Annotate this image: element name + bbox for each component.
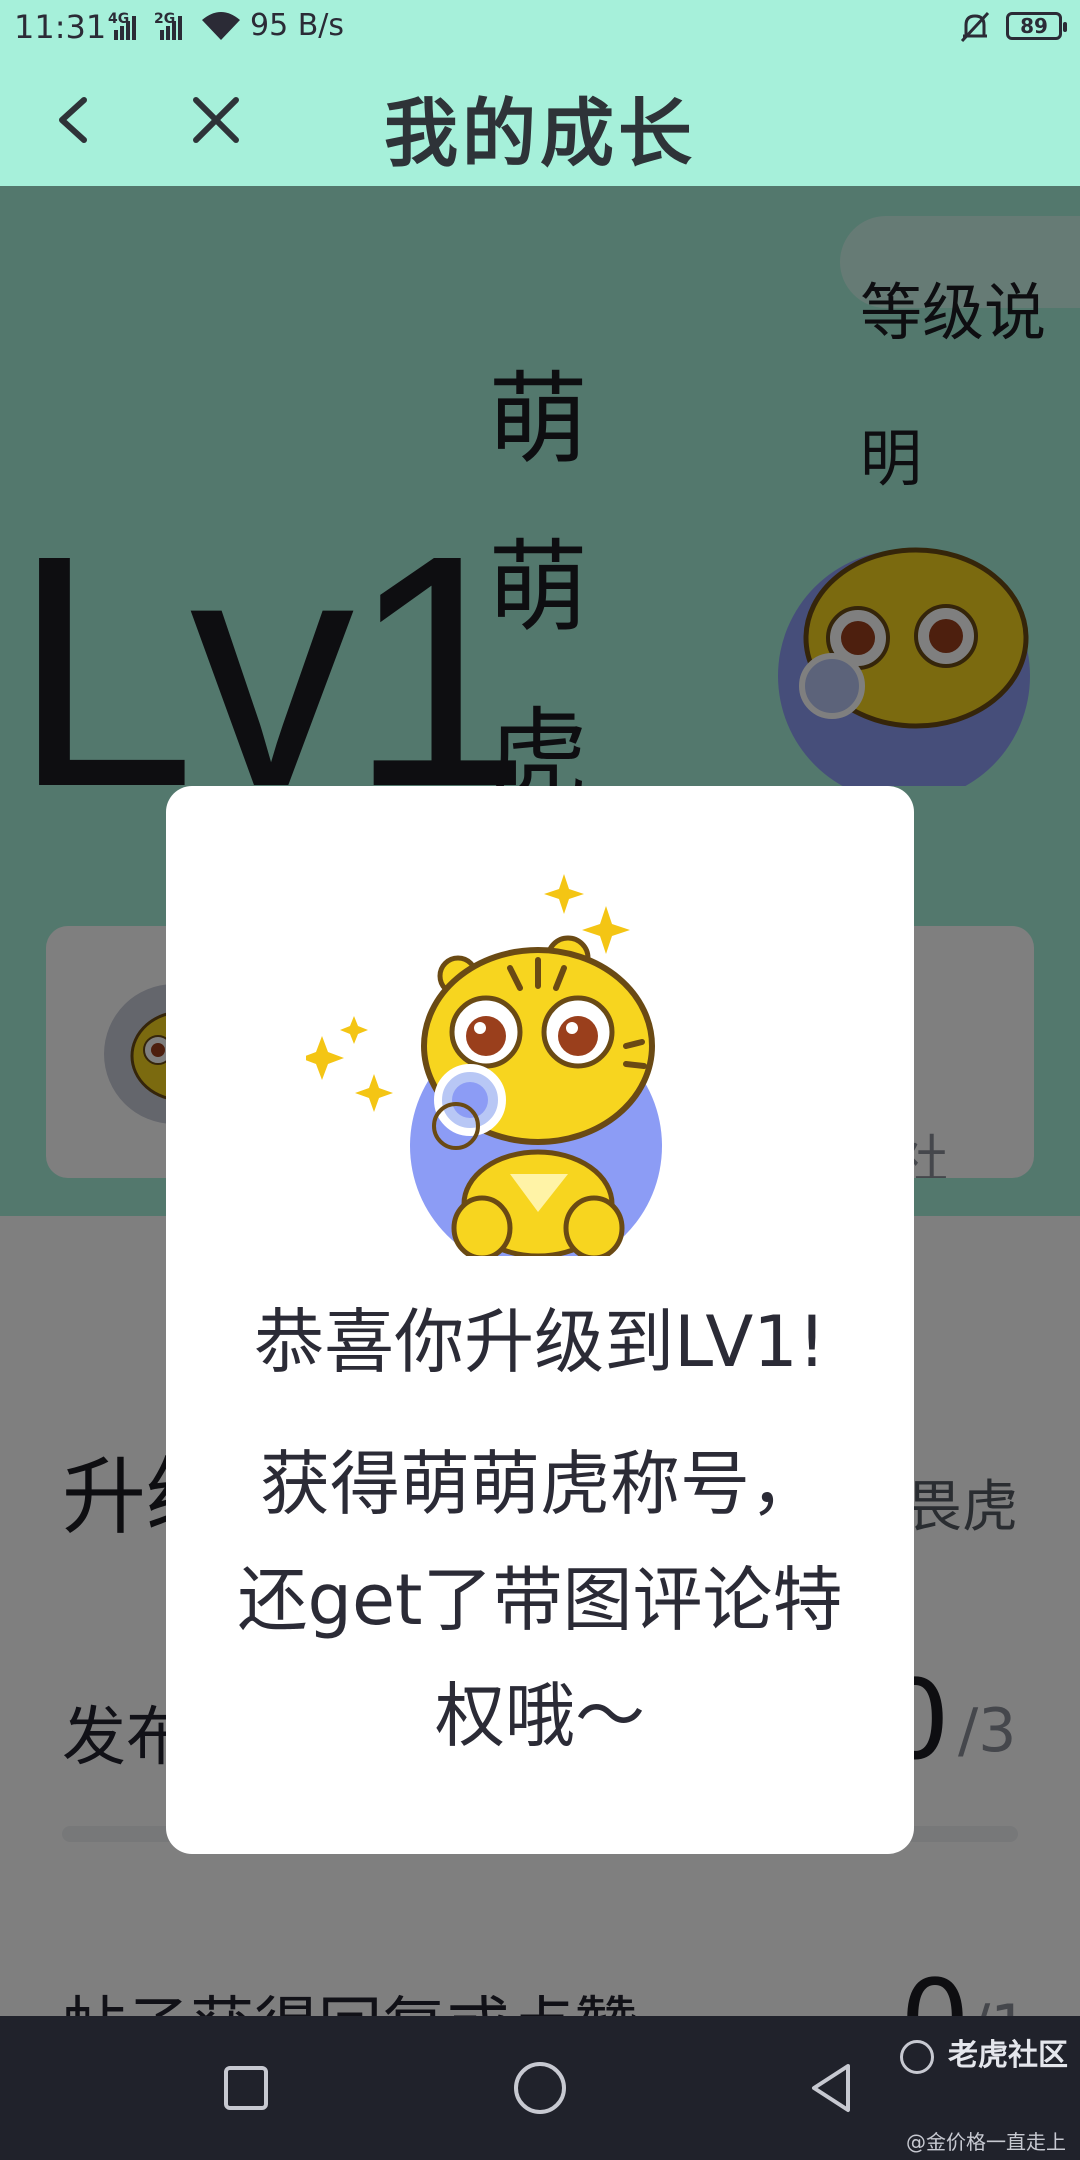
signal-bars-icon	[160, 16, 182, 40]
watermark-name: 老虎社区	[948, 2038, 1068, 2073]
tiger-mascot-icon	[306, 874, 662, 1256]
home-icon[interactable]	[512, 2060, 568, 2116]
community-logo-icon	[900, 2040, 934, 2074]
page-title: 我的成长	[384, 91, 696, 177]
recents-icon[interactable]	[218, 2060, 274, 2116]
congrats-text: 恭喜你升级到LV1!	[254, 1301, 826, 1383]
signal-bars-icon	[114, 16, 136, 40]
watermark-handle: @金价格一直走上	[906, 2130, 1066, 2154]
system-nav-bar: 老虎社区 @金价格一直走上	[0, 2016, 1080, 2160]
level-up-dialog[interactable]: 恭喜你升级到LV1! 获得萌萌虎称号，还get了带图评论特权哦～	[166, 786, 914, 1854]
top-nav: 我的成长	[0, 52, 1080, 186]
status-bar: 11:31 4G 2G 95 B/s 89	[0, 0, 1080, 52]
status-time: 11:31	[14, 8, 107, 46]
alarm-off-icon	[960, 11, 990, 43]
reward-text: 获得萌萌虎称号，还get了带图评论特权哦～	[237, 1443, 843, 1757]
back-triangle-icon[interactable]	[804, 2060, 860, 2116]
wifi-icon	[202, 12, 240, 40]
network-speed: 95 B/s	[250, 8, 345, 43]
battery-icon: 89	[1006, 12, 1067, 40]
